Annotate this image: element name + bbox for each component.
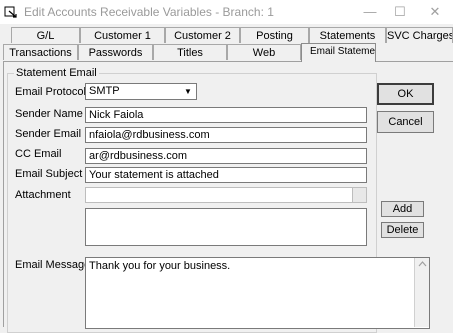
email-protocol-select[interactable]: SMTP ▼ (85, 83, 197, 100)
app-icon (4, 6, 17, 18)
message-scrollbar[interactable] (414, 258, 429, 327)
tab-transactions[interactable]: Transactions (3, 44, 78, 60)
minimize-button[interactable]: — (356, 2, 384, 22)
tab-statements[interactable]: Statements (309, 27, 386, 43)
close-button[interactable]: ✕ (421, 2, 449, 22)
tab-posting[interactable]: Posting (240, 27, 309, 43)
delete-button[interactable]: Delete (381, 222, 424, 238)
tab-customer-1[interactable]: Customer 1 (80, 27, 165, 43)
email-message-label: Email Message (15, 259, 91, 271)
tab-customer-2[interactable]: Customer 2 (165, 27, 240, 43)
dropdown-arrow-icon[interactable]: ▼ (182, 86, 194, 97)
email-subject-label: Email Subject (15, 168, 83, 180)
sender-name-field[interactable]: Nick Faiola (85, 107, 367, 123)
email-protocol-label: Email Protocol (15, 86, 86, 98)
tab-titles[interactable]: Titles (153, 44, 227, 60)
cc-email-label: CC Email (15, 148, 62, 160)
tab-passwords[interactable]: Passwords (78, 44, 153, 60)
group-title: Statement Email (14, 67, 99, 79)
window-title: Edit Accounts Receivable Variables - Bra… (24, 5, 274, 19)
add-button[interactable]: Add (381, 201, 424, 217)
email-protocol-value: SMTP (89, 85, 120, 97)
attachment-list[interactable] (85, 208, 367, 246)
attachment-label: Attachment (15, 189, 71, 201)
attachment-field[interactable] (85, 187, 367, 203)
scroll-up-icon[interactable] (415, 258, 430, 270)
sender-name-label: Sender Name (15, 108, 83, 120)
sender-email-field[interactable]: nfaiola@rdbusiness.com (85, 127, 367, 143)
tab-email-statement[interactable]: Email Statement (301, 43, 376, 62)
email-subject-field[interactable]: Your statement is attached (85, 167, 367, 183)
cc-email-field[interactable]: ar@rdbusiness.com (85, 148, 367, 164)
email-message-text: Thank you for your business. (89, 260, 231, 272)
tab-web[interactable]: Web (227, 44, 301, 60)
ok-button[interactable]: OK (377, 83, 434, 105)
tab-gl[interactable]: G/L (11, 27, 80, 43)
sender-email-label: Sender Email (15, 128, 82, 140)
title-bar: Edit Accounts Receivable Variables - Bra… (0, 0, 453, 24)
cancel-button[interactable]: Cancel (377, 111, 434, 133)
email-message-field[interactable]: Thank you for your business. (85, 257, 430, 329)
attachment-browse-button[interactable] (352, 188, 366, 202)
tab-svc-charges[interactable]: SVC Charges (386, 27, 453, 43)
maximize-button[interactable]: ☐ (386, 2, 414, 22)
